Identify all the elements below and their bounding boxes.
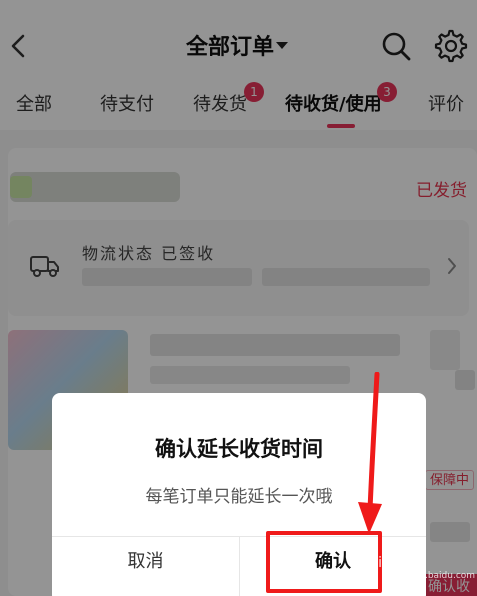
cancel-button[interactable]: 取消 (52, 536, 239, 596)
watermark: Bai 经验 (360, 555, 415, 571)
watermark-url: jingyan.baidu.com (392, 571, 476, 581)
red-arrow-icon (358, 372, 382, 534)
